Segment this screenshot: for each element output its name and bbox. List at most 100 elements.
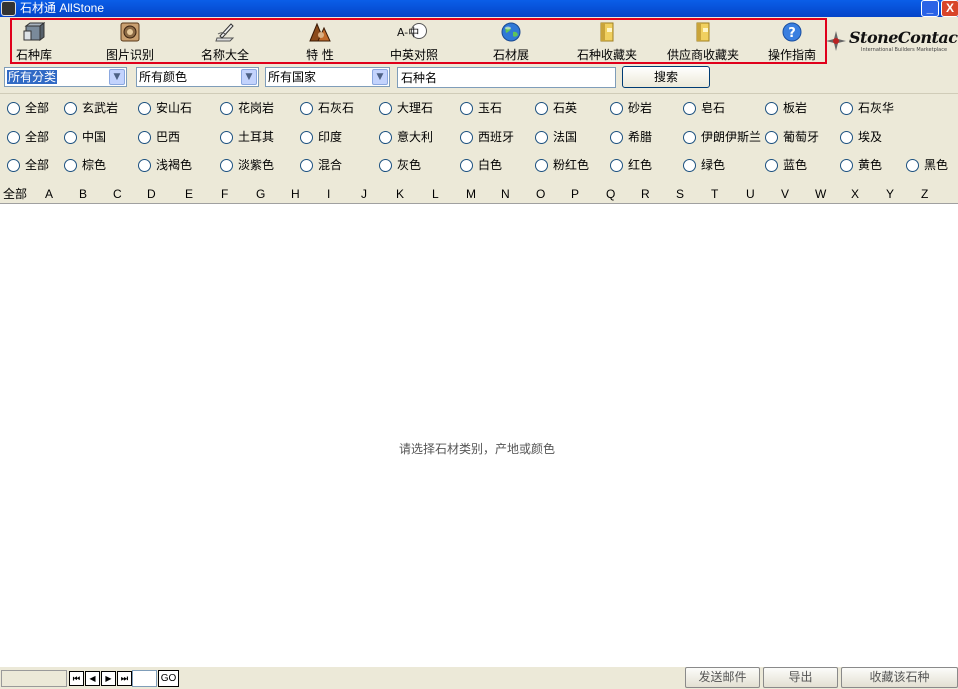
minimize-button[interactable]: _ — [921, 0, 939, 17]
alphabet-letter-link[interactable]: I — [327, 187, 330, 201]
radio-circle[interactable] — [765, 131, 778, 144]
alphabet-letter-link[interactable]: M — [466, 187, 476, 201]
alphabet-letter-link[interactable]: S — [676, 187, 684, 201]
radio-circle[interactable] — [460, 102, 473, 115]
alphabet-letter-link[interactable]: F — [221, 187, 228, 201]
radio-circle[interactable] — [683, 102, 696, 115]
alphabet-letter-link[interactable]: Q — [606, 187, 615, 201]
chevron-down-icon[interactable]: ▼ — [241, 69, 257, 85]
alphabet-letter-link[interactable]: H — [291, 187, 300, 201]
radio-circle[interactable] — [765, 159, 778, 172]
radio-circle[interactable] — [7, 102, 20, 115]
title-bar: 石材通 AllStone — [0, 0, 958, 17]
radio-circle[interactable] — [64, 102, 77, 115]
radio-circle[interactable] — [7, 159, 20, 172]
radio-circle[interactable] — [535, 131, 548, 144]
color-select[interactable]: 所有颜色 ▼ — [136, 67, 259, 87]
send-email-button[interactable]: 发送邮件 — [685, 667, 760, 688]
close-button[interactable]: X — [941, 0, 958, 17]
page-number-input[interactable] — [132, 670, 157, 687]
chevron-down-icon[interactable]: ▼ — [109, 69, 125, 85]
category-select[interactable]: 所有分类 ▼ — [4, 67, 127, 87]
brand-logo: StoneContact International Builders Mark… — [823, 28, 958, 60]
alphabet-letter-link[interactable]: Z — [921, 187, 928, 201]
alphabet-letter-link[interactable]: N — [501, 187, 510, 201]
prev-page-button[interactable]: ◀ — [85, 671, 100, 686]
radio-circle[interactable] — [300, 159, 313, 172]
alphabet-letter-link[interactable]: B — [79, 187, 87, 201]
tool-stone-library-button[interactable]: 石种库 — [12, 20, 56, 63]
radio-circle[interactable] — [64, 131, 77, 144]
tool-image-recognition-button[interactable]: 图片识别 — [103, 20, 157, 63]
radio-circle[interactable] — [840, 159, 853, 172]
radio-label: 白色 — [478, 158, 503, 172]
alphabet-letter-link[interactable]: W — [815, 187, 826, 201]
last-page-button[interactable]: ⏭ — [117, 671, 132, 686]
radio-label: 石灰石 — [318, 101, 355, 115]
search-button[interactable]: 搜索 — [622, 66, 710, 88]
radio-circle[interactable] — [300, 131, 313, 144]
radio-circle[interactable] — [220, 131, 233, 144]
radio-circle[interactable] — [460, 159, 473, 172]
country-select[interactable]: 所有国家 ▼ — [265, 67, 390, 87]
alphabet-all-link[interactable]: 全部 — [3, 187, 27, 201]
alphabet-letter-link[interactable]: D — [147, 187, 156, 201]
radio-circle[interactable] — [138, 131, 151, 144]
tool-name-dictionary-button[interactable]: 名称大全 — [197, 20, 253, 63]
radio-circle[interactable] — [840, 131, 853, 144]
radio-circle[interactable] — [379, 131, 392, 144]
tool-supplier-favorites-button[interactable]: 供应商收藏夹 — [664, 20, 742, 63]
radio-circle[interactable] — [220, 159, 233, 172]
tool-chinese-english-button[interactable]: A-中 中英对照 — [387, 20, 441, 63]
radio-circle[interactable] — [610, 131, 623, 144]
radio-circle[interactable] — [300, 102, 313, 115]
radio-circle[interactable] — [765, 102, 778, 115]
radio-circle[interactable] — [220, 102, 233, 115]
alphabet-letter-link[interactable]: C — [113, 187, 122, 201]
radio-circle[interactable] — [379, 102, 392, 115]
go-button[interactable]: GO — [158, 670, 179, 687]
alphabet-letter-link[interactable]: J — [361, 187, 367, 201]
alphabet-letter-link[interactable]: T — [711, 187, 718, 201]
radio-circle[interactable] — [535, 159, 548, 172]
alphabet-letter-link[interactable]: U — [746, 187, 755, 201]
first-page-button[interactable]: ⏮ — [69, 671, 84, 686]
chevron-down-icon[interactable]: ▼ — [372, 69, 388, 85]
alphabet-letter-link[interactable]: G — [256, 187, 265, 201]
alphabet-letter-link[interactable]: O — [536, 187, 545, 201]
tool-stone-favorites-button[interactable]: 石种收藏夹 — [574, 20, 640, 63]
tool-help-button[interactable]: ? 操作指南 — [766, 20, 818, 63]
alphabet-letter-link[interactable]: X — [851, 187, 859, 201]
radio-circle[interactable] — [683, 159, 696, 172]
alphabet-letter-link[interactable]: P — [571, 187, 579, 201]
stone-name-input[interactable] — [398, 68, 615, 87]
radio-circle[interactable] — [7, 131, 20, 144]
radio-circle[interactable] — [906, 159, 919, 172]
radio-circle[interactable] — [535, 102, 548, 115]
radio-circle[interactable] — [683, 131, 696, 144]
alphabet-letter-link[interactable]: E — [185, 187, 193, 201]
next-page-button[interactable]: ▶ — [101, 671, 116, 686]
radio-circle[interactable] — [610, 159, 623, 172]
export-button[interactable]: 导出 — [763, 667, 838, 688]
brand-tagline: International Builders Marketplace — [861, 47, 948, 53]
radio-circle[interactable] — [460, 131, 473, 144]
radio-circle[interactable] — [610, 102, 623, 115]
alphabet-letter-link[interactable]: L — [432, 187, 439, 201]
alphabet-letter-link[interactable]: K — [396, 187, 404, 201]
radio-circle[interactable] — [64, 159, 77, 172]
add-favorite-button[interactable]: 收藏该石种 — [841, 667, 958, 688]
radio-circle[interactable] — [138, 159, 151, 172]
tool-characteristics-button[interactable]: 特 性 — [299, 20, 341, 63]
stone-favorites-icon — [596, 22, 618, 42]
alphabet-letter-link[interactable]: Y — [886, 187, 894, 201]
category-radio-row: 全部 玄武岩 安山石 花岗岩 石灰石 大理石 玉石 石英 砂岩 皂石 板岩 石灰华 — [0, 95, 958, 123]
alphabet-letter-link[interactable]: R — [641, 187, 650, 201]
radio-label: 印度 — [318, 130, 343, 144]
radio-circle[interactable] — [138, 102, 151, 115]
alphabet-letter-link[interactable]: A — [45, 187, 53, 201]
tool-stone-exhibition-button[interactable]: 石材展 — [491, 20, 531, 63]
alphabet-letter-link[interactable]: V — [781, 187, 789, 201]
radio-circle[interactable] — [379, 159, 392, 172]
radio-circle[interactable] — [840, 102, 853, 115]
